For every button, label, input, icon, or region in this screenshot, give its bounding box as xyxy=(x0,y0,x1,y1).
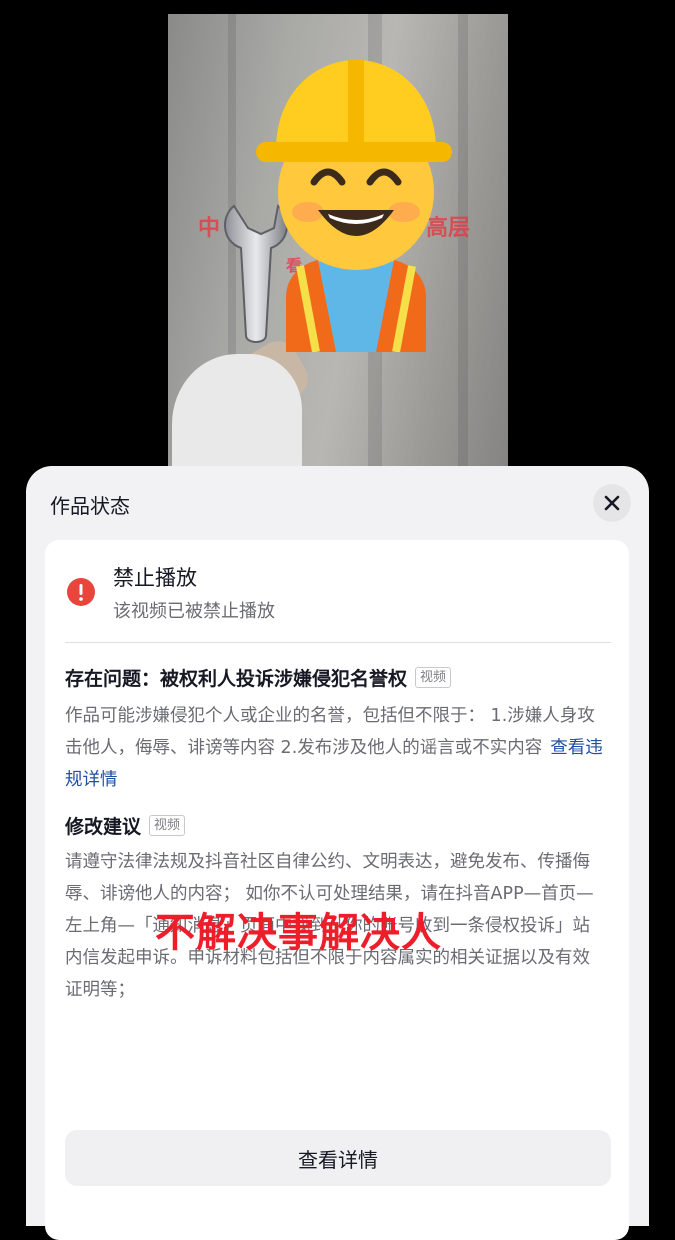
close-icon xyxy=(604,495,620,511)
video-sleeve xyxy=(172,354,302,466)
issue-description: 作品可能涉嫌侵犯个人或企业的名誉，包括但不限于： 1.涉嫌人身攻击他人，侮辱、诽… xyxy=(65,700,605,796)
close-button[interactable] xyxy=(593,484,631,522)
suggestion-heading: 修改建议 视频 xyxy=(65,812,186,839)
suggestion-tag: 视频 xyxy=(149,815,186,836)
issue-tag: 视频 xyxy=(415,667,452,688)
issue-title: 存在问题：被权利人投诉涉嫌侵犯名誉权 xyxy=(65,668,408,690)
video-preview: 中 高层 看 xyxy=(168,14,508,466)
suggestion-title: 修改建议 xyxy=(65,816,142,838)
status-subtitle: 该视频已被禁止播放 xyxy=(113,601,275,622)
view-details-button[interactable]: 查看详情 xyxy=(65,1130,611,1186)
construction-worker-emoji xyxy=(256,60,452,352)
issue-body: 作品可能涉嫌侵犯个人或企业的名誉，包括但不限于： 1.涉嫌人身攻击他人，侮辱、诽… xyxy=(65,706,595,758)
issue-heading: 存在问题：被权利人投诉涉嫌侵犯名誉权 视频 xyxy=(65,664,452,691)
sheet-title: 作品状态 xyxy=(50,494,130,518)
watermark-text: 不解决事解决人 xyxy=(155,910,442,956)
warning-circle-icon xyxy=(67,578,95,606)
work-status-sheet: 作品状态 禁止播放 该视频已被禁止播放 存在问题：被权利人投诉涉嫌侵犯名誉权 视… xyxy=(26,466,649,1240)
divider xyxy=(65,642,611,643)
status-card: 禁止播放 该视频已被禁止播放 存在问题：被权利人投诉涉嫌侵犯名誉权 视频 作品可… xyxy=(45,540,629,1240)
status-title: 禁止播放 xyxy=(113,566,197,590)
